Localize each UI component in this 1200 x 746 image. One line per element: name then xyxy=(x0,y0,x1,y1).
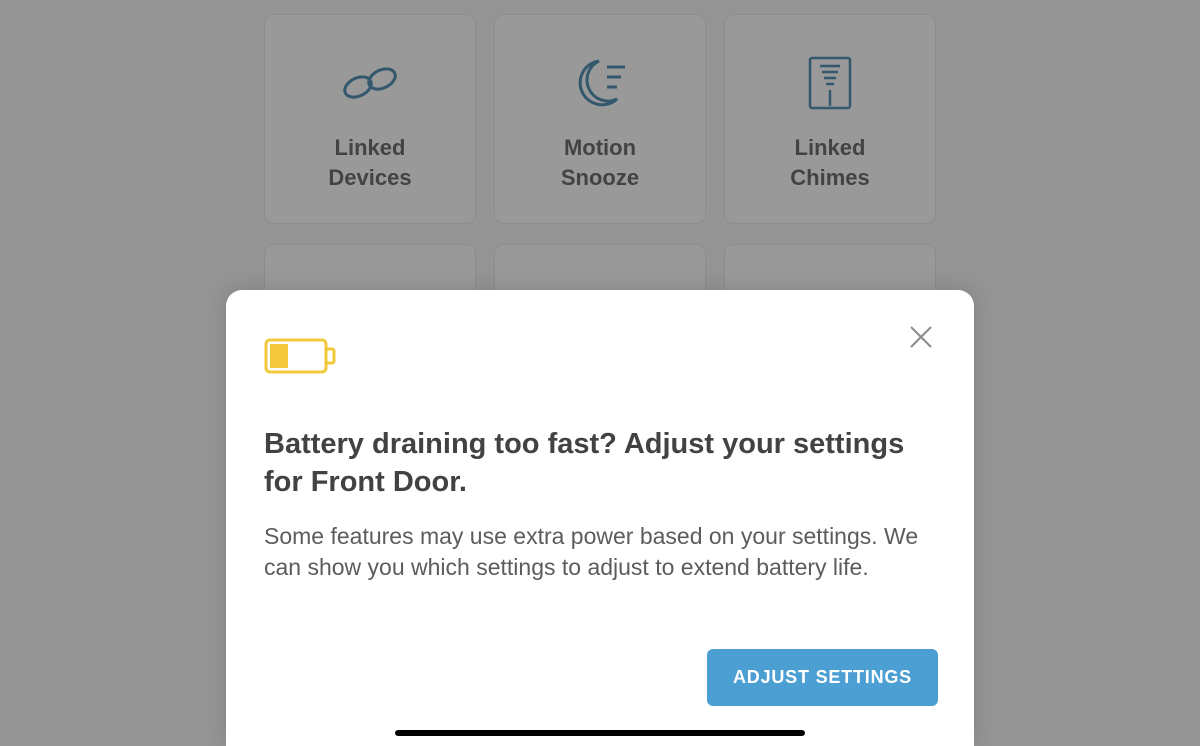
adjust-settings-button[interactable]: ADJUST SETTINGS xyxy=(707,649,938,706)
close-icon xyxy=(908,324,934,350)
battery-low-icon xyxy=(264,336,936,381)
close-button[interactable] xyxy=(904,320,938,354)
battery-settings-sheet: Battery draining too fast? Adjust your s… xyxy=(226,290,974,746)
home-indicator[interactable] xyxy=(395,730,805,736)
sheet-body: Some features may use extra power based … xyxy=(264,521,924,583)
sheet-title: Battery draining too fast? Adjust your s… xyxy=(264,425,924,501)
